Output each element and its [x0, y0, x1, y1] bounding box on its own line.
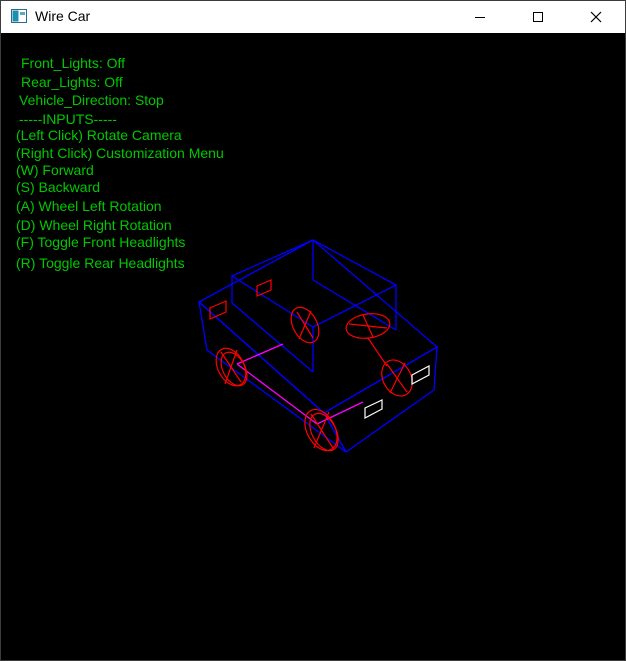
axle-long — [236, 363, 318, 425]
cabin-base-left — [231, 302, 314, 373]
wheels-wireframe — [215, 306, 413, 452]
input-w: (W) Forward — [16, 162, 94, 178]
render-viewport[interactable]: Front_Lights: Off Rear_Lights: Off Vehic… — [1, 34, 625, 660]
maximize-button[interactable] — [509, 1, 567, 33]
headlight-left-icon — [364, 399, 383, 419]
steering-link — [367, 337, 388, 367]
minimize-button[interactable] — [451, 1, 509, 33]
input-right-click: (Right Click) Customization Menu — [16, 145, 224, 161]
rear-lights-status: Rear_Lights: Off — [21, 74, 123, 90]
body-side-face — [198, 300, 347, 453]
input-r: (R) Toggle Rear Headlights — [16, 255, 185, 271]
axle-rear — [236, 343, 284, 365]
window-title: Wire Car — [35, 8, 91, 24]
car-body-wireframe — [197, 239, 439, 453]
front-lights-status: Front_Lights: Off — [21, 55, 126, 71]
body-front-face — [323, 345, 438, 453]
cabin-base-right — [312, 279, 397, 331]
front-headlights — [364, 365, 430, 419]
wheel-front-right — [345, 313, 413, 397]
input-s: (S) Backward — [16, 179, 101, 195]
wheel-rear-right — [290, 306, 320, 344]
wheel-rear-left — [215, 347, 248, 387]
vehicle-direction-status: Vehicle_Direction: Stop — [19, 92, 164, 108]
close-icon — [590, 11, 602, 23]
input-a: (A) Wheel Left Rotation — [16, 198, 162, 214]
rear-lights — [209, 279, 272, 320]
close-button[interactable] — [567, 1, 625, 33]
app-window: Wire Car Front_Lights: Off Rear_Lights: … — [0, 0, 626, 661]
input-f: (F) Toggle Front Headlights — [16, 234, 186, 250]
input-d: (D) Wheel Right Rotation — [16, 217, 172, 233]
axle-wireframe — [236, 343, 364, 425]
maximize-icon — [533, 12, 543, 22]
minimize-icon — [475, 17, 485, 18]
title-bar[interactable]: Wire Car — [1, 1, 625, 33]
app-window-icon — [11, 9, 27, 23]
wheel-front-left — [304, 408, 339, 452]
input-left-click: (Left Click) Rotate Camera — [16, 127, 182, 143]
inputs-header: -----INPUTS----- — [19, 111, 117, 127]
rear-light-left-icon — [209, 300, 227, 320]
headlight-right-icon — [411, 365, 430, 385]
